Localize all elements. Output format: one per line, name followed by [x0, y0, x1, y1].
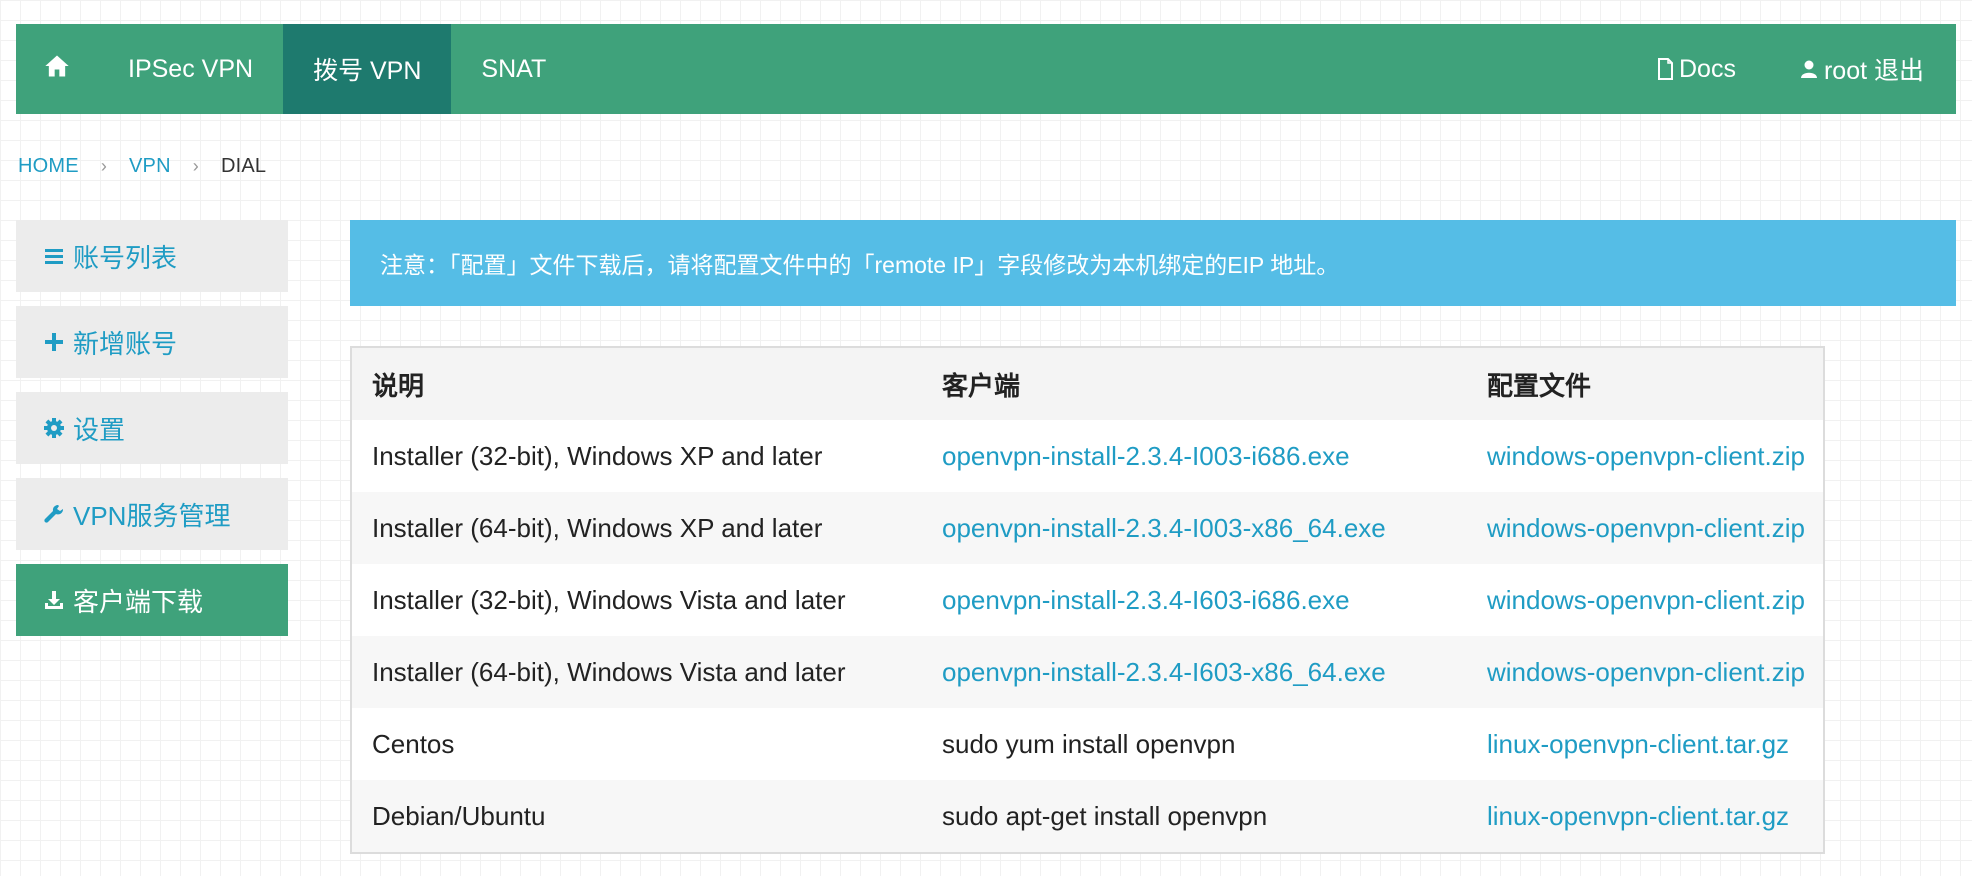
- row-client-cell: openvpn-install-2.3.4-I603-i686.exe: [922, 564, 1467, 636]
- sidebar-item-label: 客户端下载: [73, 586, 204, 617]
- table-header-row: 说明 客户端 配置文件: [352, 348, 1823, 420]
- config-download-link[interactable]: windows-openvpn-client.zip: [1487, 513, 1805, 543]
- breadcrumb-home[interactable]: HOME: [18, 155, 79, 178]
- nav-tab-label: 拨号 VPN: [313, 57, 422, 85]
- row-config-cell: windows-openvpn-client.zip: [1467, 636, 1823, 708]
- row-client-cell: openvpn-install-2.3.4-I003-i686.exe: [922, 420, 1467, 492]
- sidebar-item-settings[interactable]: 设置: [16, 392, 288, 464]
- nav-tab-label: IPSec VPN: [128, 54, 254, 83]
- breadcrumb-current: DIAL: [220, 155, 267, 177]
- row-config-cell: linux-openvpn-client.tar.gz: [1467, 780, 1823, 852]
- row-client-command: sudo yum install openvpn: [922, 708, 1467, 780]
- gear-icon: [43, 418, 65, 438]
- row-description: Installer (32-bit), Windows XP and later: [352, 420, 922, 492]
- row-config-cell: windows-openvpn-client.zip: [1467, 492, 1823, 564]
- table-row: Installer (64-bit), Windows Vista and la…: [352, 636, 1823, 708]
- nav-right-group: Docs root 退出: [1625, 24, 1956, 114]
- breadcrumb: HOME › VPN › DIAL: [18, 155, 266, 178]
- row-description: Centos: [352, 708, 922, 780]
- user-logout-label: root 退出: [1823, 57, 1924, 85]
- sidebar-item-vpn-service[interactable]: VPN服务管理: [16, 478, 288, 550]
- row-description: Installer (64-bit), Windows Vista and la…: [352, 636, 922, 708]
- document-icon: [1657, 58, 1673, 80]
- sidebar-item-add-account[interactable]: 新增账号: [16, 306, 288, 378]
- config-download-link[interactable]: linux-openvpn-client.tar.gz: [1487, 729, 1789, 759]
- wrench-icon: [43, 504, 65, 524]
- notice-alert: 注意：「配置」文件下载后，请将配置文件中的「remote IP」字段修改为本机绑…: [350, 220, 1956, 306]
- docs-label: Docs: [1679, 54, 1736, 83]
- sidebar-item-label: 账号列表: [73, 242, 178, 273]
- column-header-client: 客户端: [922, 348, 1467, 420]
- sidebar-item-label: 设置: [73, 414, 126, 445]
- client-download-link[interactable]: openvpn-install-2.3.4-I603-i686.exe: [942, 585, 1350, 615]
- download-icon: [43, 590, 65, 610]
- table-row: Centos sudo yum install openvpn linux-op…: [352, 708, 1823, 780]
- user-logout-link[interactable]: root 退出: [1768, 24, 1956, 114]
- docs-link[interactable]: Docs: [1625, 24, 1768, 114]
- table-row: Installer (64-bit), Windows XP and later…: [352, 492, 1823, 564]
- nav-tab-snat[interactable]: SNAT: [451, 24, 576, 114]
- nav-tab-ipsec-vpn[interactable]: IPSec VPN: [98, 24, 283, 114]
- client-download-link[interactable]: openvpn-install-2.3.4-I603-x86_64.exe: [942, 657, 1386, 687]
- client-download-link[interactable]: openvpn-install-2.3.4-I003-x86_64.exe: [942, 513, 1386, 543]
- column-header-description: 说明: [352, 348, 922, 420]
- row-client-cell: openvpn-install-2.3.4-I003-x86_64.exe: [922, 492, 1467, 564]
- sidebar-item-label: 新增账号: [73, 328, 178, 359]
- top-navbar: IPSec VPN 拨号 VPN SNAT Docs root 退出: [16, 24, 1956, 114]
- config-download-link[interactable]: windows-openvpn-client.zip: [1487, 441, 1805, 471]
- sidebar-item-label: VPN服务管理: [73, 500, 231, 531]
- nav-tab-dial-vpn[interactable]: 拨号 VPN: [283, 24, 452, 114]
- row-description: Installer (32-bit), Windows Vista and la…: [352, 564, 922, 636]
- nav-tab-label: SNAT: [481, 54, 547, 83]
- row-client-cell: openvpn-install-2.3.4-I603-x86_64.exe: [922, 636, 1467, 708]
- home-icon: [43, 52, 71, 87]
- user-icon: [1800, 59, 1818, 79]
- row-config-cell: windows-openvpn-client.zip: [1467, 420, 1823, 492]
- list-icon: [43, 247, 65, 265]
- row-client-command: sudo apt-get install openvpn: [922, 780, 1467, 852]
- table-row: Installer (32-bit), Windows XP and later…: [352, 420, 1823, 492]
- table-row: Debian/Ubuntu sudo apt-get install openv…: [352, 780, 1823, 852]
- breadcrumb-separator: ›: [100, 156, 108, 176]
- row-config-cell: windows-openvpn-client.zip: [1467, 564, 1823, 636]
- client-download-link[interactable]: openvpn-install-2.3.4-I003-i686.exe: [942, 441, 1350, 471]
- sidebar-item-client-download[interactable]: 客户端下载: [16, 564, 288, 636]
- client-download-table: 说明 客户端 配置文件 Installer (32-bit), Windows …: [350, 346, 1825, 854]
- config-download-link[interactable]: linux-openvpn-client.tar.gz: [1487, 801, 1789, 831]
- column-header-config: 配置文件: [1467, 348, 1823, 420]
- row-description: Debian/Ubuntu: [352, 780, 922, 852]
- config-download-link[interactable]: windows-openvpn-client.zip: [1487, 585, 1805, 615]
- row-description: Installer (64-bit), Windows XP and later: [352, 492, 922, 564]
- sidebar: 账号列表 新增账号 设置 VPN服务管理 客户端下载: [16, 220, 288, 650]
- breadcrumb-separator: ›: [192, 156, 199, 176]
- breadcrumb-vpn[interactable]: VPN: [129, 155, 171, 178]
- config-download-link[interactable]: windows-openvpn-client.zip: [1487, 657, 1805, 687]
- row-config-cell: linux-openvpn-client.tar.gz: [1467, 708, 1823, 780]
- plus-icon: [43, 333, 65, 351]
- sidebar-item-account-list[interactable]: 账号列表: [16, 220, 288, 292]
- table-row: Installer (32-bit), Windows Vista and la…: [352, 564, 1823, 636]
- home-button[interactable]: [16, 24, 98, 114]
- notice-text: 注意：「配置」文件下载后，请将配置文件中的「remote IP」字段修改为本机绑…: [380, 252, 1340, 278]
